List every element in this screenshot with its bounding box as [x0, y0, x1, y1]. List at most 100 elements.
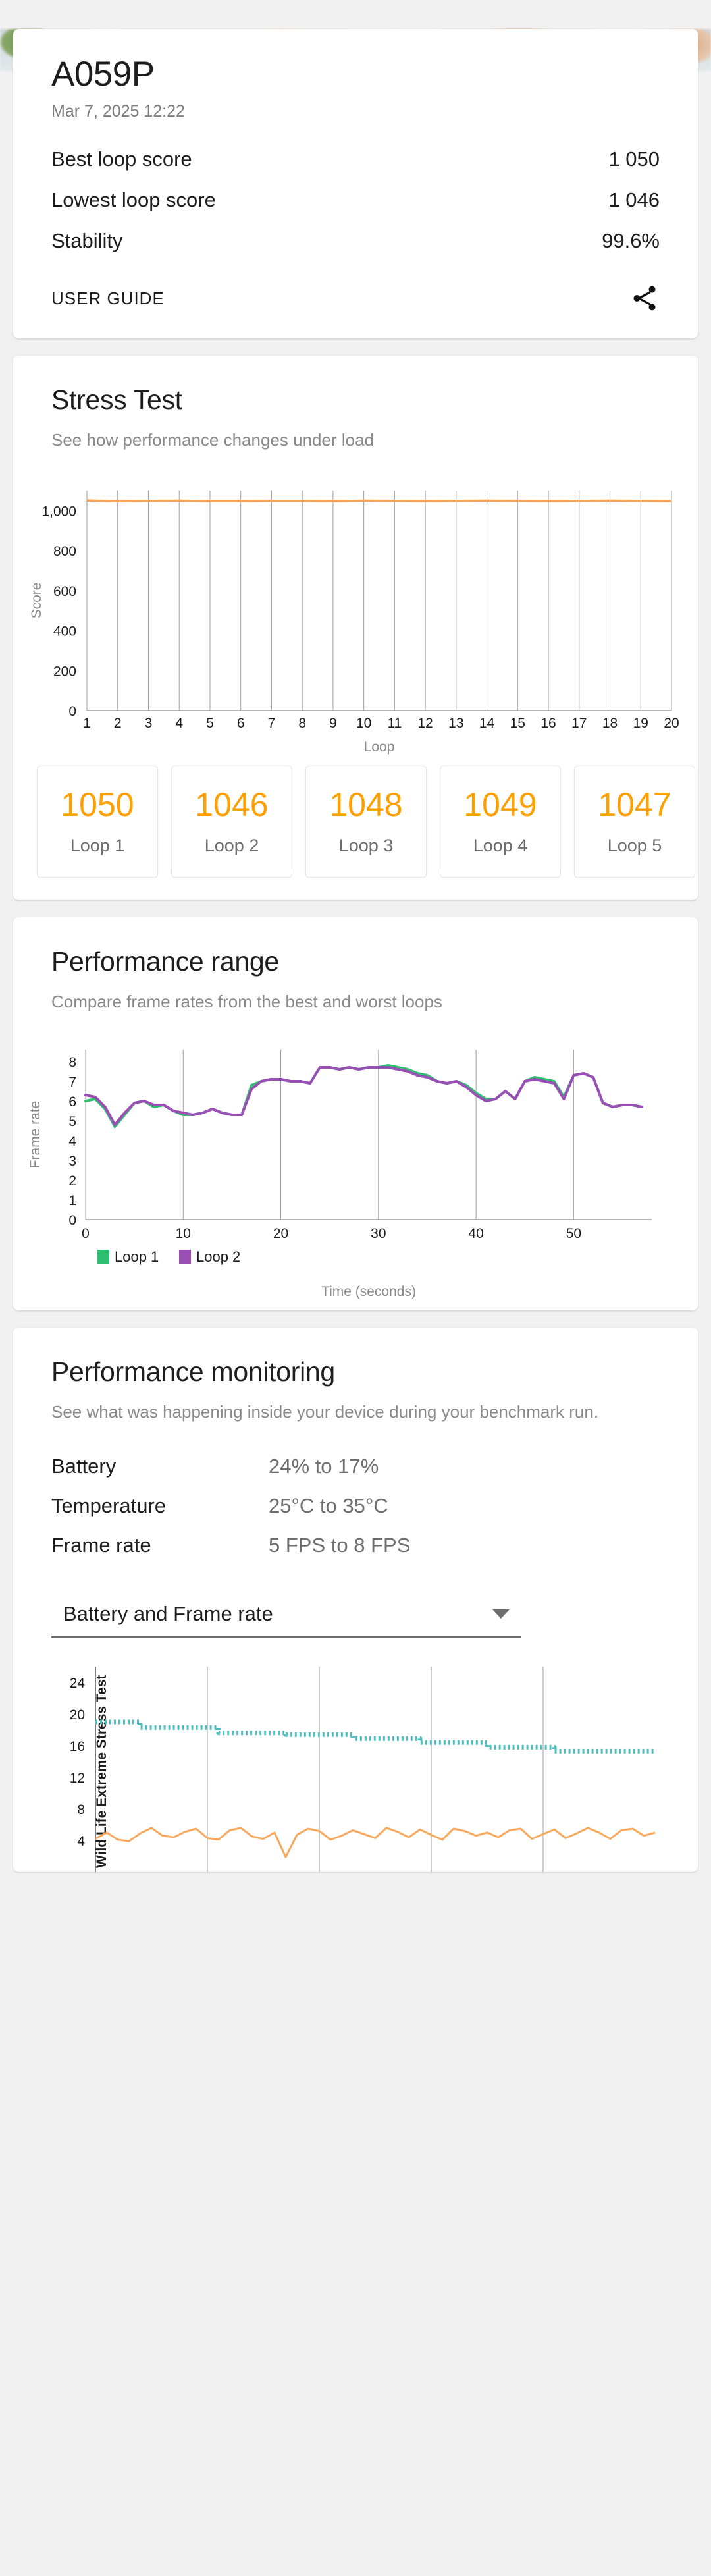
svg-text:3: 3	[68, 1154, 76, 1169]
loop-score-label: Loop 1	[70, 835, 125, 855]
svg-text:30: 30	[371, 1226, 386, 1241]
svg-text:Time (seconds): Time (seconds)	[321, 1284, 416, 1299]
share-icon[interactable]	[629, 283, 660, 313]
loop-card[interactable]: 1050 Loop 1	[37, 766, 158, 878]
loop-card[interactable]: 1049 Loop 4	[440, 766, 561, 878]
svg-text:24: 24	[70, 1676, 86, 1691]
svg-text:5: 5	[68, 1114, 76, 1129]
svg-text:3: 3	[145, 716, 153, 731]
loop-card[interactable]: 1047 Loop 5	[574, 766, 695, 878]
svg-text:12: 12	[417, 716, 433, 731]
loop-score-label: Loop 5	[607, 835, 662, 855]
svg-text:8: 8	[68, 1055, 76, 1070]
svg-text:4: 4	[77, 1834, 85, 1849]
svg-text:1: 1	[68, 1193, 76, 1208]
svg-text:4: 4	[175, 716, 183, 731]
svg-text:20: 20	[664, 716, 679, 731]
stress-test-card: Stress Test See how performance changes …	[13, 356, 698, 901]
svg-text:600: 600	[53, 584, 76, 599]
run-timestamp: Mar 7, 2025 12:22	[51, 102, 185, 121]
svg-text:7: 7	[268, 716, 276, 731]
result-page: A059P Mar 7, 2025 12:22 Best loop score …	[0, 29, 711, 1872]
monitoring-metric-select[interactable]: Battery and Frame rate	[51, 1596, 521, 1638]
svg-text:13: 13	[448, 716, 463, 731]
svg-text:800: 800	[53, 544, 76, 559]
summary-value-best: 1 050	[608, 148, 660, 171]
performance-range-subtitle: Compare frame rates from the best and wo…	[51, 992, 442, 1012]
svg-text:40: 40	[468, 1226, 483, 1241]
performance-range-plot: 0 10 20 30 40 50 0 1 2 3 4 5 6 7 8 Frame rate Loop 1 Loop…	[28, 1049, 652, 1299]
svg-text:7: 7	[68, 1075, 76, 1090]
monitoring-chart: 4 8 12 16 20 24 Wild Life Extreme Stress Test	[13, 1638, 698, 1872]
svg-text:1,000: 1,000	[41, 504, 76, 519]
loop-score-strip[interactable]: 1050 Loop 1 1046 Loop 2 1048 Loop 3 1049…	[13, 762, 698, 900]
svg-text:Loop 1: Loop 1	[115, 1248, 159, 1265]
summary-value-lowest: 1 046	[608, 188, 660, 212]
svg-text:20: 20	[70, 1707, 85, 1723]
summary-label-stability: Stability	[51, 229, 123, 253]
svg-text:Frame rate: Frame rate	[28, 1101, 43, 1169]
stress-test-subtitle: See how performance changes under load	[51, 430, 374, 450]
summary-row-lowest: Lowest loop score 1 046	[51, 171, 660, 212]
monitoring-value-framerate: 5 FPS to 8 FPS	[269, 1533, 411, 1557]
monitoring-label-temperature: Temperature	[51, 1493, 167, 1517]
monitoring-value-battery: 24% to 17%	[269, 1454, 379, 1478]
svg-text:8: 8	[77, 1802, 85, 1817]
svg-text:1: 1	[83, 716, 91, 731]
svg-text:0: 0	[68, 704, 76, 719]
summary-label-best: Best loop score	[51, 148, 192, 171]
summary-value-stability: 99.6%	[602, 229, 660, 253]
loop-score-label: Loop 2	[204, 835, 259, 855]
performance-monitoring-card: Performance monitoring See what was happ…	[13, 1327, 698, 1872]
chevron-down-icon[interactable]	[492, 1609, 510, 1619]
performance-range-title: Performance range	[51, 946, 279, 977]
monitoring-label-battery: Battery	[51, 1454, 117, 1478]
svg-text:12: 12	[70, 1771, 85, 1786]
svg-text:14: 14	[479, 716, 495, 731]
svg-text:400: 400	[53, 624, 76, 639]
loop-score-value: 1050	[61, 786, 134, 823]
svg-text:50: 50	[566, 1226, 581, 1241]
monitoring-value-temperature: 25°C to 35°C	[269, 1493, 388, 1517]
summary-label-lowest: Lowest loop score	[51, 188, 216, 212]
svg-text:16: 16	[540, 716, 556, 731]
svg-text:8: 8	[298, 716, 306, 731]
svg-text:6: 6	[237, 716, 245, 731]
monitoring-row-temperature: Temperature 25°C to 35°C	[51, 1478, 660, 1518]
stress-test-plot: 1 2 3 4 5 6 7 8 9 10 11 12 13 14 15 16 17 18 19 20020040060…	[29, 491, 679, 755]
svg-text:10: 10	[176, 1226, 191, 1241]
summary-card: A059P Mar 7, 2025 12:22 Best loop score …	[13, 29, 698, 339]
performance-range-chart: 0 10 20 30 40 50 0 1 2 3 4 5 6 7 8 Frame rate Loop 1 Loop…	[13, 1034, 698, 1310]
svg-text:Loop: Loop	[364, 739, 395, 755]
svg-text:0: 0	[82, 1226, 90, 1241]
loop-score-value: 1047	[598, 786, 672, 823]
stress-test-title: Stress Test	[51, 385, 182, 416]
loop-score-label: Loop 4	[473, 835, 528, 855]
svg-text:6: 6	[68, 1094, 76, 1110]
svg-text:20: 20	[273, 1226, 288, 1241]
summary-row-best: Best loop score 1 050	[51, 121, 660, 171]
user-guide-button[interactable]: USER GUIDE	[51, 288, 165, 309]
svg-text:200: 200	[53, 664, 76, 679]
loop-card[interactable]: 1046 Loop 2	[171, 766, 292, 878]
svg-text:9: 9	[329, 716, 337, 731]
svg-text:0: 0	[68, 1213, 76, 1228]
page-title: A059P	[51, 55, 155, 94]
svg-text:18: 18	[602, 716, 618, 731]
performance-range-card: Performance range Compare frame rates fr…	[13, 917, 698, 1310]
guide-and-share-row: USER GUIDE	[51, 253, 660, 316]
svg-text:2: 2	[114, 716, 122, 731]
svg-text:5: 5	[206, 716, 214, 731]
svg-text:Score: Score	[29, 583, 44, 619]
monitoring-label-framerate: Frame rate	[51, 1533, 151, 1557]
monitoring-plot: 4812162024 Wild Life Extreme Stress Test	[70, 1666, 656, 1872]
stress-test-chart: 1 2 3 4 5 6 7 8 9 10 11 12 13 14 15 16 17 18 19 20 0 200 400 60…	[13, 472, 698, 762]
svg-text:19: 19	[633, 716, 648, 731]
loop-card[interactable]: 1048 Loop 3	[305, 766, 427, 878]
summary-row-stability: Stability 99.6%	[51, 212, 660, 253]
svg-text:15: 15	[510, 716, 525, 731]
svg-text:Loop 2: Loop 2	[196, 1248, 240, 1265]
loop-score-value: 1048	[329, 786, 403, 823]
performance-monitoring-subtitle: See what was happening inside your devic…	[51, 1401, 599, 1422]
loop-score-value: 1046	[195, 786, 269, 823]
